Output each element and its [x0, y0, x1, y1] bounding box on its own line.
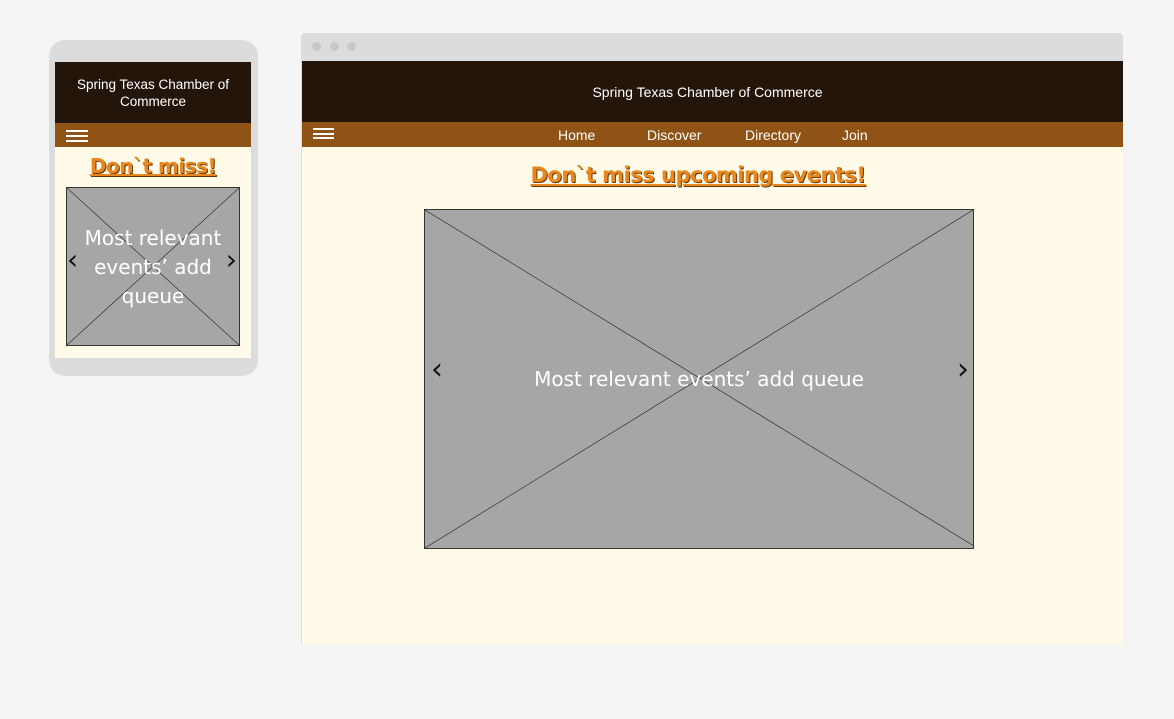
nav-directory[interactable]: Directory [745, 127, 801, 143]
mobile-carousel[interactable]: Most relevant events’ add queue ‹ › [66, 187, 240, 346]
mobile-nav [55, 123, 251, 147]
desktop-nav: Home Discover Directory Join [302, 122, 1123, 147]
window-dot [347, 42, 356, 51]
nav-join[interactable]: Join [842, 127, 868, 143]
browser-titlebar [302, 33, 1123, 61]
desktop-heading: Don`t miss upcoming events! [530, 163, 866, 187]
chevron-right-icon[interactable]: › [226, 246, 237, 274]
chevron-left-icon[interactable]: ‹ [67, 246, 78, 274]
nav-discover[interactable]: Discover [647, 127, 701, 143]
desktop-carousel[interactable]: Most relevant events’ add queue ‹ › [424, 209, 974, 549]
carousel-text: Most relevant events’ add queue [534, 367, 864, 391]
hamburger-icon[interactable] [66, 130, 88, 142]
desktop-browser: Spring Texas Chamber of Commerce Home Di… [301, 33, 1123, 645]
nav-home[interactable]: Home [558, 127, 595, 143]
mobile-heading: Don`t miss! [89, 154, 217, 178]
window-dot [312, 42, 321, 51]
carousel-text: Most relevant events’ add queue [84, 226, 222, 308]
chevron-right-icon[interactable]: › [957, 355, 969, 385]
chevron-left-icon[interactable]: ‹ [431, 355, 443, 385]
mobile-header: Spring Texas Chamber of Commerce [55, 62, 251, 123]
hamburger-icon[interactable] [313, 128, 334, 139]
mobile-screen: Spring Texas Chamber of Commerce Don`t m… [55, 62, 251, 358]
site-title: Spring Texas Chamber of Commerce [76, 76, 230, 109]
desktop-header: Spring Texas Chamber of Commerce [302, 61, 1123, 122]
site-title: Spring Texas Chamber of Commerce [592, 83, 823, 100]
window-dot [330, 42, 339, 51]
